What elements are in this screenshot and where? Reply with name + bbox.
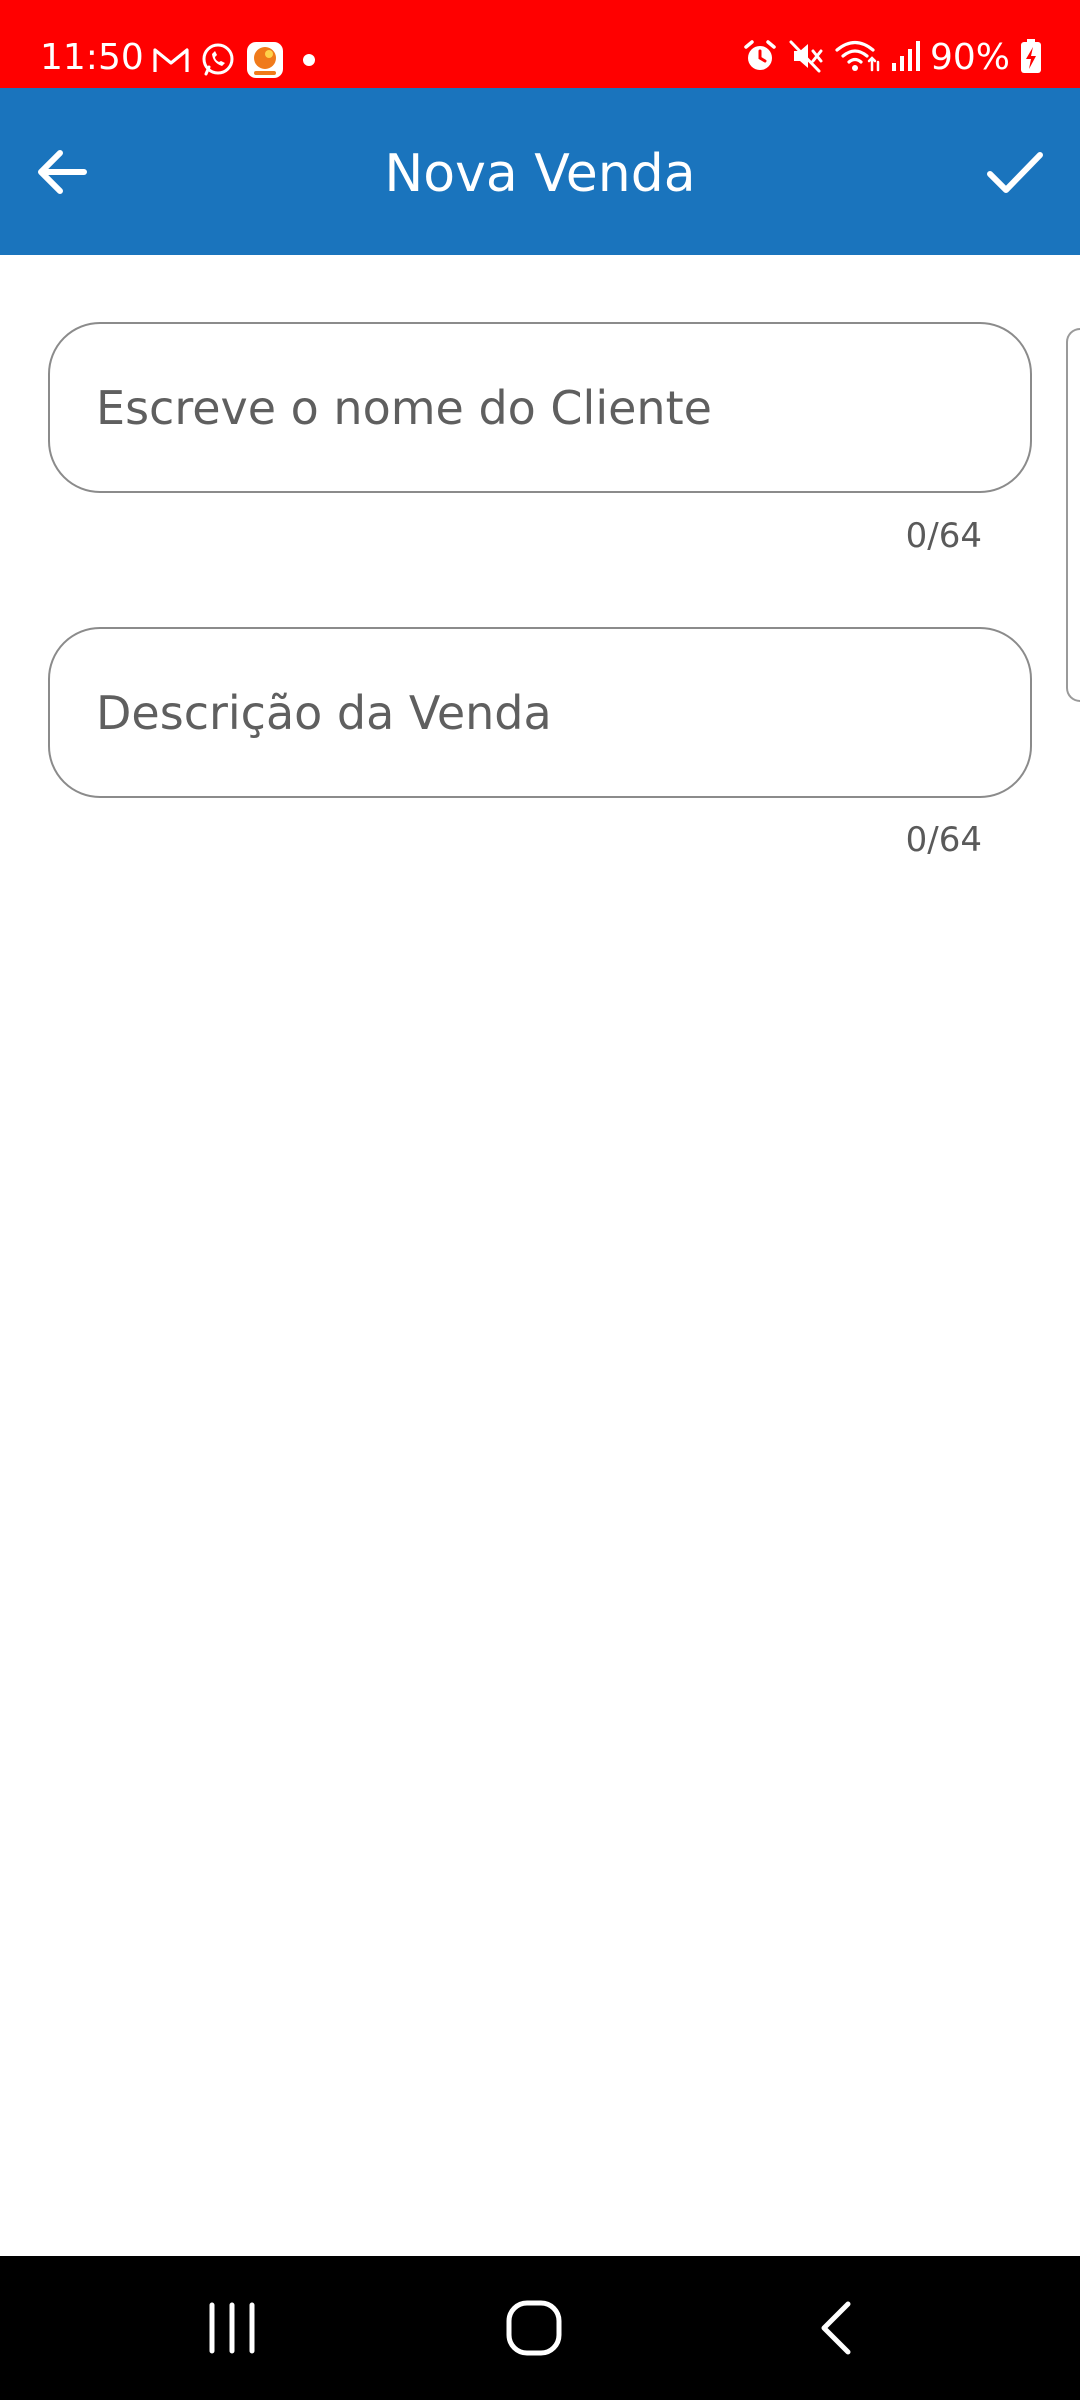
- new-sale-screen: 11:50 90% Nova Venda Escreve o nome do C…: [0, 0, 1080, 2400]
- battery-percent: 90%: [929, 37, 1010, 78]
- description-field[interactable]: [48, 627, 1032, 798]
- back-icon: [821, 2301, 851, 2355]
- app-bar: Nova Venda: [0, 88, 1080, 255]
- dot-icon: [294, 45, 324, 75]
- description-input[interactable]: [96, 629, 986, 796]
- check-icon: [987, 152, 1043, 193]
- navigation-bar: [0, 2256, 1080, 2400]
- recents-button[interactable]: [152, 2256, 312, 2400]
- alarm-icon: [742, 38, 778, 78]
- wifi-icon: [834, 38, 880, 78]
- mute-icon: [788, 38, 824, 78]
- client-name-field[interactable]: [48, 322, 1032, 493]
- client-name-counter: 0/64: [905, 516, 982, 556]
- side-panel-edge[interactable]: [1066, 328, 1080, 702]
- page-title: Nova Venda: [384, 144, 696, 204]
- gmail-icon: [152, 45, 190, 75]
- status-time: 11:50: [40, 37, 144, 78]
- home-icon: [506, 2300, 562, 2356]
- status-system-icons: 90%: [742, 36, 1042, 80]
- status-notification-icons: [152, 38, 324, 82]
- description-counter: 0/64: [905, 820, 982, 860]
- signal-icon: [890, 39, 920, 77]
- status-bar: 11:50 90%: [0, 0, 1080, 88]
- client-name-input[interactable]: [96, 324, 986, 491]
- home-button[interactable]: [454, 2256, 614, 2400]
- app-notification-icon: [246, 41, 284, 79]
- confirm-button[interactable]: [980, 140, 1050, 204]
- whatsapp-icon: [200, 42, 236, 78]
- battery-charging-icon: [1020, 38, 1042, 78]
- system-back-button[interactable]: [756, 2256, 916, 2400]
- recents-icon: [209, 2302, 255, 2354]
